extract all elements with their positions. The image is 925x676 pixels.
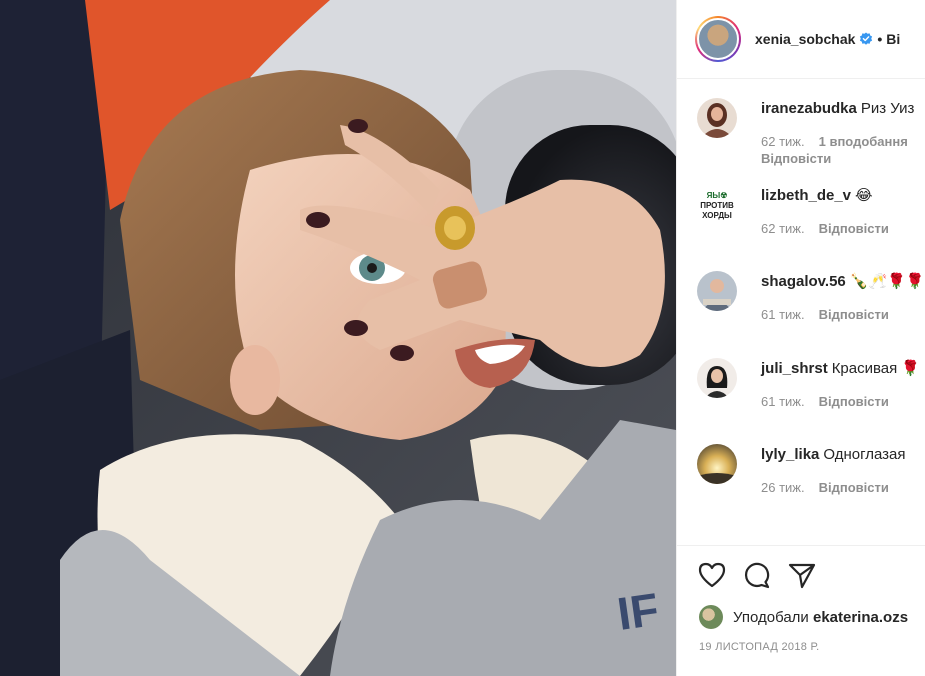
comment-item: lyly_lika Одноглазая 26 тиж. Відповісти [697, 443, 925, 530]
commenter-avatar[interactable] [697, 357, 737, 398]
comment-username[interactable]: juli_shrst [761, 360, 828, 377]
post-header: xenia_sobchak • Ві [677, 0, 925, 79]
comment-username[interactable]: shagalov.56 [761, 273, 846, 290]
liker-avatar[interactable] [699, 605, 723, 629]
post-actions: Уподобали ekaterina.ozs 19 ЛИСТОПАД 2018… [677, 545, 925, 653]
liked-username[interactable]: ekaterina.ozs [813, 609, 908, 626]
comment-likes[interactable]: 1 вподобання [819, 134, 908, 149]
commenter-avatar[interactable] [697, 98, 737, 138]
comment-time[interactable]: 62 тиж. [761, 221, 805, 236]
svg-text:IF: IF [614, 583, 662, 640]
comment-text: 😂 [855, 186, 873, 204]
comment-icon[interactable] [742, 560, 772, 590]
comment-text: Одноглазая [823, 446, 906, 463]
owner-avatar[interactable] [695, 16, 741, 62]
comment-item: iranezabudka Риз Уиз 62 тиж. 1 вподобання … [697, 97, 925, 184]
svg-text:ХОРДЫ: ХОРДЫ [702, 211, 732, 220]
svg-text:ЯЫ☢: ЯЫ☢ [707, 191, 728, 200]
comment-username[interactable]: iranezabudka [761, 100, 857, 117]
liked-prefix: Уподобали [733, 608, 809, 626]
reply-button[interactable]: Відповісти [819, 221, 889, 236]
owner-username[interactable]: xenia_sobchak [755, 31, 855, 47]
header-separator: • [877, 31, 883, 47]
commenter-avatar[interactable]: ЯЫ☢ ПРОТИВ ХОРДЫ [697, 184, 737, 225]
post-photo[interactable]: IF [0, 0, 676, 676]
comment-text: Красивая 🌹 [831, 359, 921, 377]
commenter-avatar[interactable] [697, 271, 737, 311]
verified-badge-icon [860, 32, 873, 45]
reply-button[interactable]: Відповісти [819, 394, 889, 409]
comment-time[interactable]: 61 тиж. [761, 394, 805, 409]
follow-button[interactable]: Ві [886, 31, 900, 47]
comment-item: juli_shrst Красивая 🌹 61 тиж. Відповісти [697, 357, 925, 444]
comment-username[interactable]: lizbeth_de_v [761, 187, 851, 204]
comment-item: shagalov.56 🍾🥂🌹🌹 61 тиж. Відповісти [697, 270, 925, 357]
comment-time[interactable]: 26 тиж. [761, 480, 805, 495]
liked-by[interactable]: Уподобали ekaterina.ozs [677, 590, 925, 629]
share-icon[interactable] [787, 560, 817, 590]
comment-text: 🍾🥂🌹🌹 [849, 273, 925, 290]
heart-icon[interactable] [697, 560, 727, 590]
action-icons [677, 546, 925, 590]
reply-button[interactable]: Відповісти [819, 307, 889, 322]
comment-username[interactable]: lyly_lika [761, 446, 819, 463]
post-side-panel: xenia_sobchak • Ві iranezabudka Риз Уиз 6… [676, 0, 925, 676]
comment-time[interactable]: 62 тиж. [761, 134, 805, 149]
commenter-avatar[interactable] [697, 444, 737, 484]
reply-button[interactable]: Відповісти [761, 151, 908, 167]
reply-button[interactable]: Відповісти [819, 480, 889, 495]
post-date[interactable]: 19 ЛИСТОПАД 2018 Р. [677, 629, 925, 653]
comment-text: Риз Уиз [860, 100, 915, 117]
comment-item: ЯЫ☢ ПРОТИВ ХОРДЫ lizbeth_de_v 😂 62 тиж. Відп… [697, 184, 925, 271]
comments-list: iranezabudka Риз Уиз 62 тиж. 1 вподобання … [677, 79, 925, 530]
selfie-image: IF [0, 0, 676, 676]
comment-time[interactable]: 61 тиж. [761, 307, 805, 322]
svg-text:ПРОТИВ: ПРОТИВ [700, 201, 734, 210]
